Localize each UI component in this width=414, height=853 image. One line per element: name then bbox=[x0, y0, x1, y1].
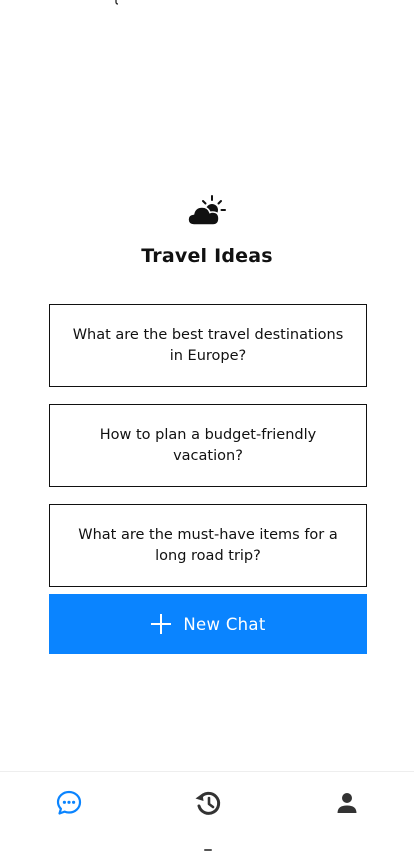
suggestion-card-road-trip-items[interactable]: What are the must-have items for a long … bbox=[49, 504, 367, 587]
new-chat-label: New Chat bbox=[183, 614, 266, 634]
suggestion-card-europe-destinations[interactable]: What are the best travel destinations in… bbox=[49, 304, 367, 387]
status-bar-fragment bbox=[112, 0, 122, 5]
chat-bubble-icon bbox=[56, 790, 82, 821]
new-chat-button[interactable]: New Chat bbox=[49, 594, 367, 654]
tab-profile[interactable] bbox=[333, 791, 361, 819]
home-indicator bbox=[204, 849, 212, 851]
page-title: Travel Ideas bbox=[141, 245, 273, 267]
profile-icon bbox=[336, 792, 358, 819]
plus-icon bbox=[150, 613, 172, 635]
bottom-tab-bar bbox=[0, 771, 414, 853]
history-icon bbox=[194, 789, 222, 822]
partly-cloudy-icon bbox=[187, 194, 226, 228]
tab-chat[interactable] bbox=[55, 790, 83, 821]
suggestion-card-budget-vacation[interactable]: How to plan a budget-friendly vacation? bbox=[49, 404, 367, 487]
empty-state-hero: Travel Ideas bbox=[0, 194, 414, 267]
suggestion-list: What are the best travel destinations in… bbox=[49, 304, 367, 604]
tab-history[interactable] bbox=[194, 791, 222, 819]
